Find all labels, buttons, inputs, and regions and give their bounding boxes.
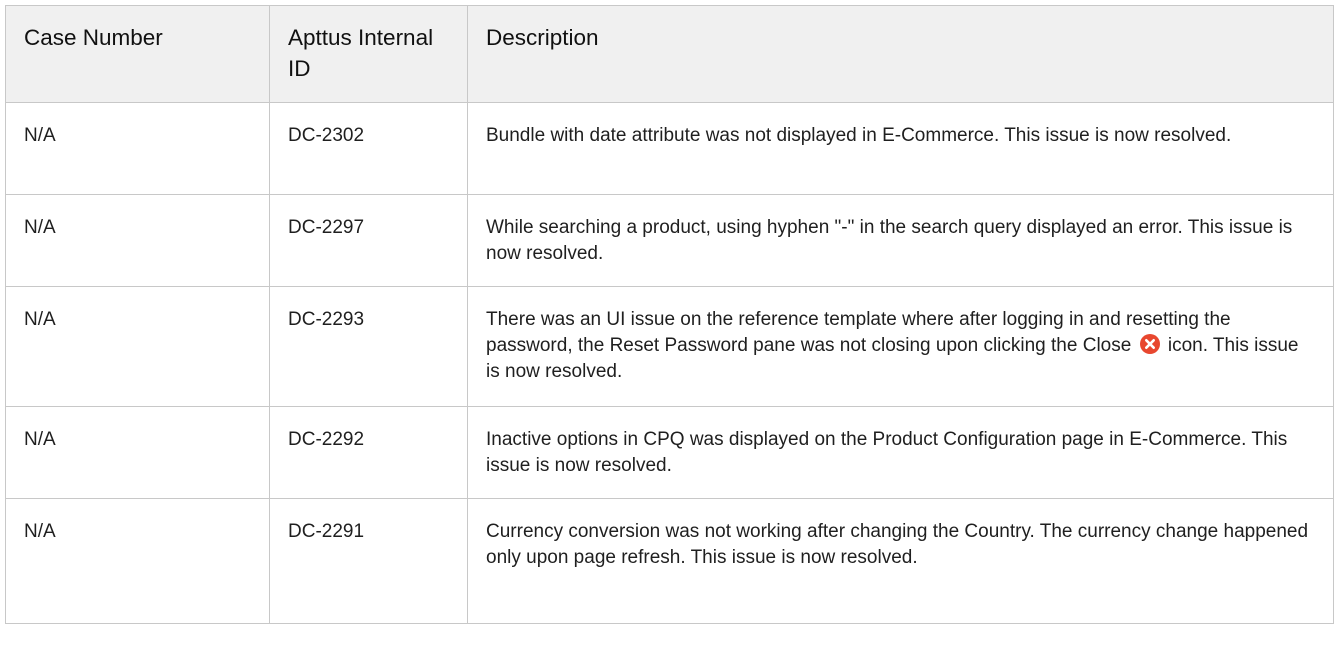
case-number-cell: N/A <box>5 406 270 499</box>
table-row: N/A DC-2297 While searching a product, u… <box>5 194 1334 287</box>
table-header: Case Number Apttus Internal ID Descripti… <box>5 5 1334 103</box>
description-cell: Bundle with date attribute was not displ… <box>467 102 1334 195</box>
table-row: N/A DC-2302 Bundle with date attribute w… <box>5 102 1334 195</box>
header-row: Case Number Apttus Internal ID Descripti… <box>5 5 1334 103</box>
close-circle-icon <box>1139 334 1160 354</box>
description-cell: While searching a product, using hyphen … <box>467 194 1334 287</box>
column-header-case-number: Case Number <box>5 5 270 103</box>
table-row: N/A DC-2292 Inactive options in CPQ was … <box>5 406 1334 499</box>
resolved-issues-table: Case Number Apttus Internal ID Descripti… <box>5 5 1334 624</box>
table-row: N/A DC-2291 Currency conversion was not … <box>5 498 1334 624</box>
internal-id-cell: DC-2297 <box>269 194 468 287</box>
description-text-before-icon: There was an UI issue on the reference t… <box>486 309 1231 356</box>
column-header-internal-id: Apttus Internal ID <box>269 5 468 103</box>
table-body: N/A DC-2302 Bundle with date attribute w… <box>5 102 1334 624</box>
internal-id-cell: DC-2291 <box>269 498 468 624</box>
description-cell: Inactive options in CPQ was displayed on… <box>467 406 1334 499</box>
case-number-cell: N/A <box>5 194 270 287</box>
case-number-cell: N/A <box>5 498 270 624</box>
column-header-description: Description <box>467 5 1334 103</box>
internal-id-cell: DC-2292 <box>269 406 468 499</box>
case-number-cell: N/A <box>5 102 270 195</box>
internal-id-cell: DC-2302 <box>269 102 468 195</box>
release-notes-table-wrapper: Case Number Apttus Internal ID Descripti… <box>5 5 1334 624</box>
internal-id-cell: DC-2293 <box>269 286 468 407</box>
description-cell: Currency conversion was not working afte… <box>467 498 1334 624</box>
case-number-cell: N/A <box>5 286 270 407</box>
table-row: N/A DC-2293 There was an UI issue on the… <box>5 286 1334 407</box>
description-cell: There was an UI issue on the reference t… <box>467 286 1334 407</box>
